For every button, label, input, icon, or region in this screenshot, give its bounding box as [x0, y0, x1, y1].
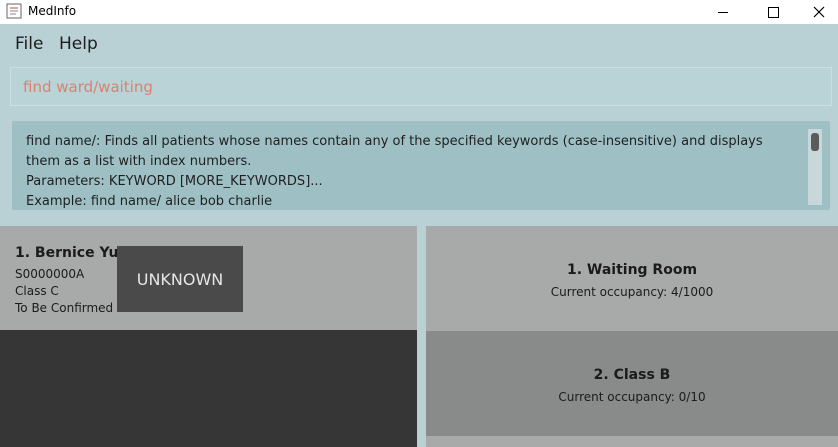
ward-card[interactable]: 2. Class B Current occupancy: 0/10: [426, 331, 838, 436]
app-icon: [6, 3, 22, 19]
patient-card[interactable]: 1. Bernice Yu S0000000A Class C To Be Co…: [0, 226, 417, 330]
close-icon: [813, 6, 825, 18]
result-scrollbar[interactable]: [808, 129, 822, 205]
patient-name: 1. Bernice Yu: [15, 245, 119, 261]
maximize-icon: [767, 6, 779, 18]
minimize-button[interactable]: [700, 0, 746, 24]
close-button[interactable]: [796, 0, 838, 24]
ward-occupancy: Current occupancy: 0/10: [558, 390, 706, 404]
result-scrollbar-thumb[interactable]: [811, 133, 819, 151]
panel-splitter[interactable]: [417, 226, 426, 447]
menu-bar: [0, 26, 838, 62]
ward-card[interactable]: [426, 436, 838, 447]
ward-list-panel: 1. Waiting Room Current occupancy: 4/100…: [426, 226, 838, 447]
ward-name: 2. Class B: [593, 367, 671, 383]
ward-name: 1. Waiting Room: [566, 262, 698, 278]
result-text: find name/: Finds all patients whose nam…: [26, 134, 763, 209]
ward-card[interactable]: 1. Waiting Room Current occupancy: 4/100…: [426, 226, 838, 331]
patient-nric: S0000000A: [15, 267, 85, 281]
patient-list-panel: 1. Bernice Yu S0000000A Class C To Be Co…: [0, 226, 417, 447]
patient-ward: To Be Confirmed: [15, 301, 114, 315]
command-input[interactable]: find ward/waiting: [10, 67, 832, 106]
command-input-text: find ward/waiting: [23, 78, 153, 96]
maximize-button[interactable]: [750, 0, 796, 24]
window-title: MedInfo: [28, 4, 77, 18]
menu-file[interactable]: File: [15, 34, 43, 54]
result-display: find name/: Finds all patients whose nam…: [12, 121, 830, 210]
patient-status-text: UNKNOWN: [136, 269, 224, 289]
minimize-icon: [718, 11, 728, 13]
patient-class: Class C: [15, 284, 59, 298]
ward-occupancy: Current occupancy: 4/1000: [550, 285, 714, 299]
section-divider: [0, 216, 838, 224]
title-bar: MedInfo: [0, 0, 838, 24]
menu-help[interactable]: Help: [59, 34, 98, 54]
patient-status-badge: UNKNOWN: [117, 246, 243, 312]
